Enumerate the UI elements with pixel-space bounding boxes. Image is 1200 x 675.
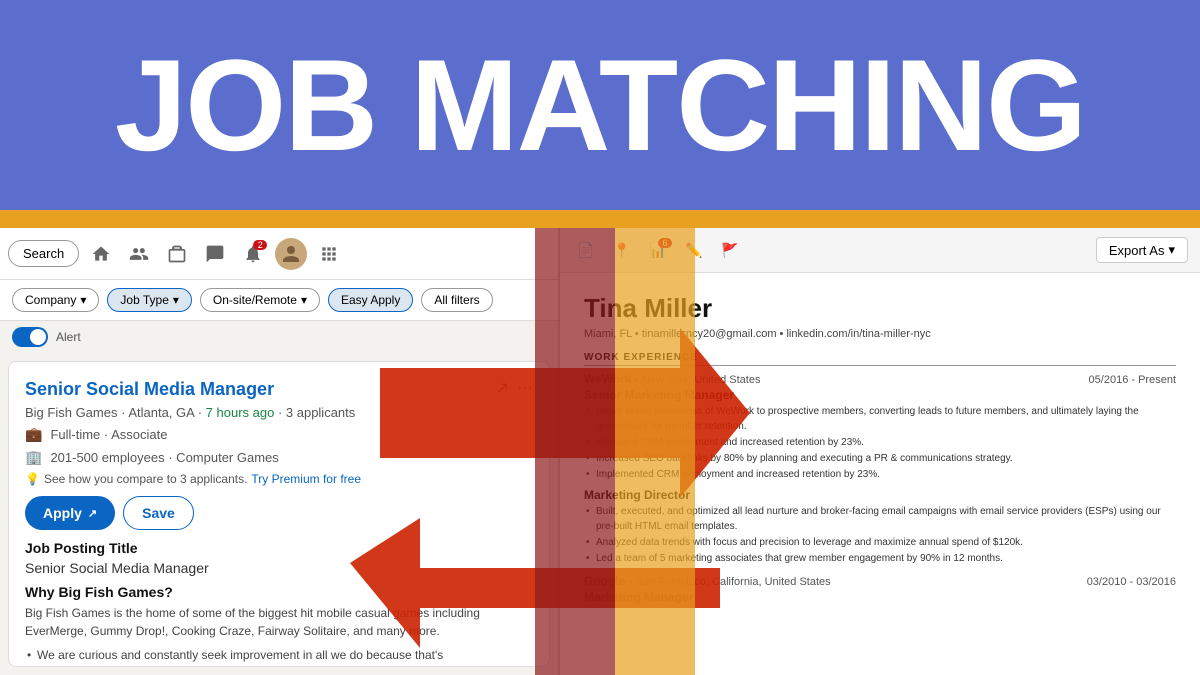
share-button[interactable]: ↗ bbox=[496, 378, 509, 398]
hero-title: JOB MATCHING bbox=[115, 40, 1085, 170]
save-button[interactable]: Save bbox=[123, 496, 194, 530]
time-posted: 7 hours ago bbox=[206, 405, 275, 420]
wework-role: Senior Marketing Manager bbox=[584, 388, 1176, 402]
marketing-bullet1: Built, executed, and optimized all lead … bbox=[584, 504, 1176, 534]
main-content: Search 2 bbox=[0, 228, 1200, 675]
chart-icon[interactable]: 📊 6 bbox=[644, 236, 672, 264]
job-title: Senior Social Media Manager bbox=[25, 378, 274, 401]
marketing-director-role: Marketing Director bbox=[584, 488, 1176, 502]
work-experience-heading: WORK EXPERIENCE bbox=[584, 352, 1176, 366]
google-entry: Google • San Francisco, California, Unit… bbox=[584, 574, 1176, 604]
home-icon[interactable] bbox=[85, 238, 117, 270]
wework-bullet1: Drove brand awareness of WeWork to prosp… bbox=[584, 404, 1176, 434]
hero-banner: JOB MATCHING bbox=[0, 0, 1200, 210]
briefcase-icon[interactable] bbox=[161, 238, 193, 270]
more-options-button[interactable]: ··· bbox=[517, 378, 533, 398]
wework-entry: WeWork • New York, United States 05/2016… bbox=[584, 372, 1176, 482]
job-employment-type: 💼 Full-time · Associate bbox=[25, 426, 533, 443]
resume-contact: Miami, FL • tinamillerncy20@gmail.com • … bbox=[584, 328, 1176, 340]
marketing-director-entry: Marketing Director Built, executed, and … bbox=[584, 488, 1176, 566]
job-company-size: 🏢 201-500 employees · Computer Games bbox=[25, 449, 533, 466]
job-card-actions: ↗ ··· bbox=[496, 378, 533, 398]
alert-label: Alert bbox=[56, 330, 81, 344]
job-posting-section-title: Job Posting Title bbox=[25, 540, 533, 556]
briefcase-meta-icon: 💼 bbox=[25, 426, 42, 443]
flag-icon[interactable]: 🚩 bbox=[716, 236, 744, 264]
wework-bullet2: Managed CRM deployment and increased ret… bbox=[584, 435, 1176, 450]
why-section-title: Why Big Fish Games? bbox=[25, 584, 533, 600]
easy-apply-filter[interactable]: Easy Apply bbox=[328, 288, 413, 312]
chart-badge: 6 bbox=[658, 238, 672, 248]
location-icon[interactable]: 📍 bbox=[608, 236, 636, 264]
notification-badge: 2 bbox=[253, 240, 267, 250]
search-button[interactable]: Search bbox=[8, 240, 79, 267]
chat-icon[interactable] bbox=[199, 238, 231, 270]
dropdown-icon: ▾ bbox=[1168, 242, 1175, 258]
premium-link[interactable]: Try Premium for free bbox=[251, 472, 361, 486]
job-type-filter[interactable]: Job Type ▾ bbox=[107, 288, 192, 312]
apply-row: Apply ↗ Save bbox=[25, 496, 533, 530]
google-company: Google • San Francisco, California, Unit… bbox=[584, 574, 831, 588]
export-button[interactable]: Export As ▾ bbox=[1096, 237, 1188, 263]
grid-icon[interactable] bbox=[313, 238, 345, 270]
google-dates: 03/2010 - 03/2016 bbox=[1087, 576, 1176, 588]
all-filters-button[interactable]: All filters bbox=[421, 288, 492, 312]
building-icon: 🏢 bbox=[25, 449, 42, 466]
resume-toolbar: 📄 📍 📊 6 ✏️ 🚩 Export As ▾ bbox=[560, 228, 1200, 273]
job-posting-title-value: Senior Social Media Manager bbox=[25, 560, 533, 576]
resume-content: Tina Miller Miami, FL • tinamillerncy20@… bbox=[560, 273, 1200, 675]
wework-bullet3: Increased SEO backlinks by 80% by planni… bbox=[584, 451, 1176, 466]
wework-company: WeWork • New York, United States bbox=[584, 372, 760, 386]
premium-note: 💡 See how you compare to 3 applicants. T… bbox=[25, 472, 533, 486]
company-info: Big Fish Games · Atlanta, GA · 7 hours a… bbox=[25, 405, 533, 420]
google-role: Marketing Manager bbox=[584, 590, 1176, 604]
filter-bar: Company ▾ Job Type ▾ On-site/Remote ▾ Ea… bbox=[0, 280, 558, 321]
gold-separator bbox=[0, 210, 1200, 228]
resume-name: Tina Miller bbox=[584, 293, 1176, 324]
people-icon[interactable] bbox=[123, 238, 155, 270]
left-panel: Search 2 bbox=[0, 228, 560, 675]
marketing-bullet2: Analyzed data trends with focus and prec… bbox=[584, 535, 1176, 550]
apply-button[interactable]: Apply ↗ bbox=[25, 496, 115, 530]
job-card: Senior Social Media Manager ↗ ··· Big Fi… bbox=[8, 361, 550, 667]
alert-toggle[interactable] bbox=[12, 327, 48, 347]
linkedin-nav: Search 2 bbox=[0, 228, 558, 280]
external-link-icon: ↗ bbox=[88, 507, 97, 520]
wework-dates: 05/2016 - Present bbox=[1089, 374, 1176, 386]
lightbulb-icon: 💡 bbox=[25, 472, 40, 486]
job-card-header: Senior Social Media Manager ↗ ··· bbox=[25, 378, 533, 401]
company-filter[interactable]: Company ▾ bbox=[12, 288, 99, 312]
wework-bullet4: Implemented CRM deployment and increased… bbox=[584, 467, 1176, 482]
right-panel: 📄 📍 📊 6 ✏️ 🚩 Export As ▾ Tina Miller Mia… bbox=[560, 228, 1200, 675]
document-icon[interactable]: 📄 bbox=[572, 236, 600, 264]
remote-filter[interactable]: On-site/Remote ▾ bbox=[200, 288, 320, 312]
avatar[interactable] bbox=[275, 238, 307, 270]
edit-icon[interactable]: ✏️ bbox=[680, 236, 708, 264]
job-bullet1: • We are curious and constantly seek imp… bbox=[25, 646, 533, 664]
marketing-bullet3: Led a team of 5 marketing associates tha… bbox=[584, 551, 1176, 566]
job-description: Big Fish Games is the home of some of th… bbox=[25, 604, 533, 640]
toggle-area: Alert bbox=[0, 321, 558, 353]
notification-icon[interactable]: 2 bbox=[237, 238, 269, 270]
